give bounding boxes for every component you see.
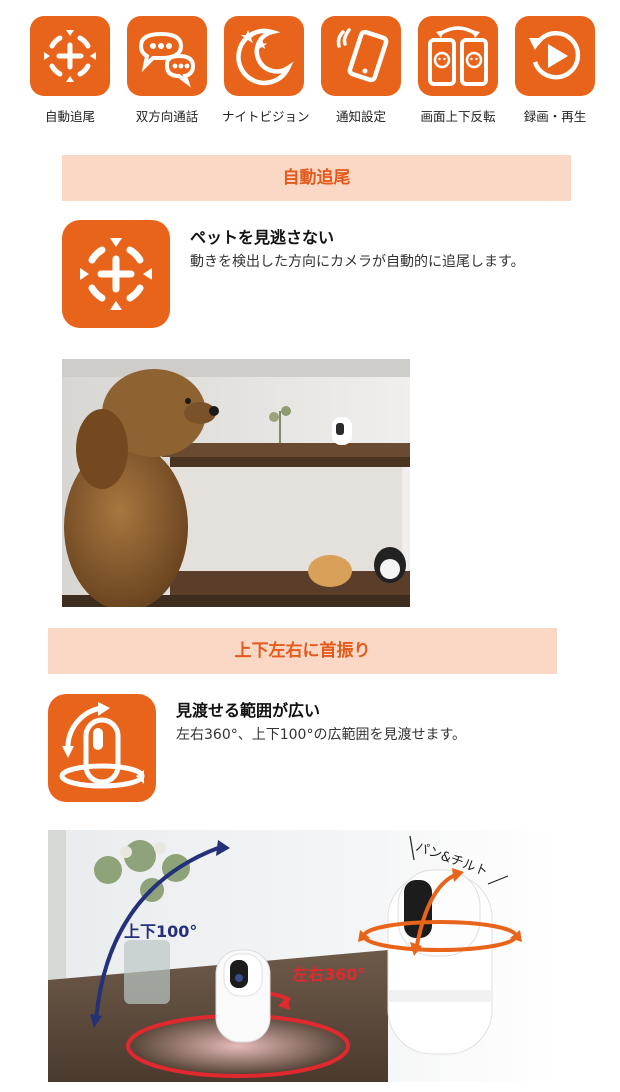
two-way-talk-icon: [127, 16, 207, 96]
feature-label: 通知設定: [335, 109, 386, 124]
screen-flip-icon: [418, 16, 498, 96]
auto-tracking-icon: [62, 220, 170, 328]
feature-label: 録画・再生: [523, 109, 587, 124]
feature-screen-flip: 画面上下反転: [416, 16, 500, 125]
feature-auto-tracking: 自動追尾: [28, 16, 112, 125]
section1-title: ペットを見逃さない: [190, 228, 335, 247]
night-vision-icon: [224, 16, 304, 96]
dog-and-camera-photo: [62, 359, 410, 607]
section2-description: 左右360°、上下100°の広範囲を見渡せます。: [176, 727, 467, 743]
section1-description: 動きを検出した方向にカメラが自動的に追尾します。: [190, 254, 525, 270]
feature-icon-row: 自動追尾 双方向通話 ナイトビジョン 通知設定 画面上下反転 録画・再生: [28, 16, 598, 128]
section-heading-auto-tracking: 自動追尾: [62, 155, 571, 201]
pan-tilt-range-photo: 上下100° 左右360° パン&チルト: [48, 830, 558, 1082]
feature-label: 自動追尾: [44, 109, 95, 124]
feature-label: 画面上下反転: [420, 109, 496, 124]
feature-two-way-talk: 双方向通話: [125, 16, 209, 125]
feature-label: 双方向通話: [135, 109, 199, 124]
feature-night-vision: ナイトビジョン: [222, 16, 310, 125]
feature-record-play: 録画・再生: [513, 16, 597, 125]
pan-range-label: 左右360°: [292, 965, 366, 984]
tilt-range-label: 上下100°: [124, 922, 198, 941]
auto-tracking-icon: [30, 16, 110, 96]
pan-tilt-icon: [48, 694, 156, 802]
record-play-icon: [515, 16, 595, 96]
section-heading-pan-tilt: 上下左右に首振り: [48, 628, 557, 674]
feature-label: ナイトビジョン: [222, 109, 310, 124]
feature-notification: 通知設定: [319, 16, 403, 125]
section2-title: 見渡せる範囲が広い: [176, 701, 321, 720]
notification-icon: [321, 16, 401, 96]
